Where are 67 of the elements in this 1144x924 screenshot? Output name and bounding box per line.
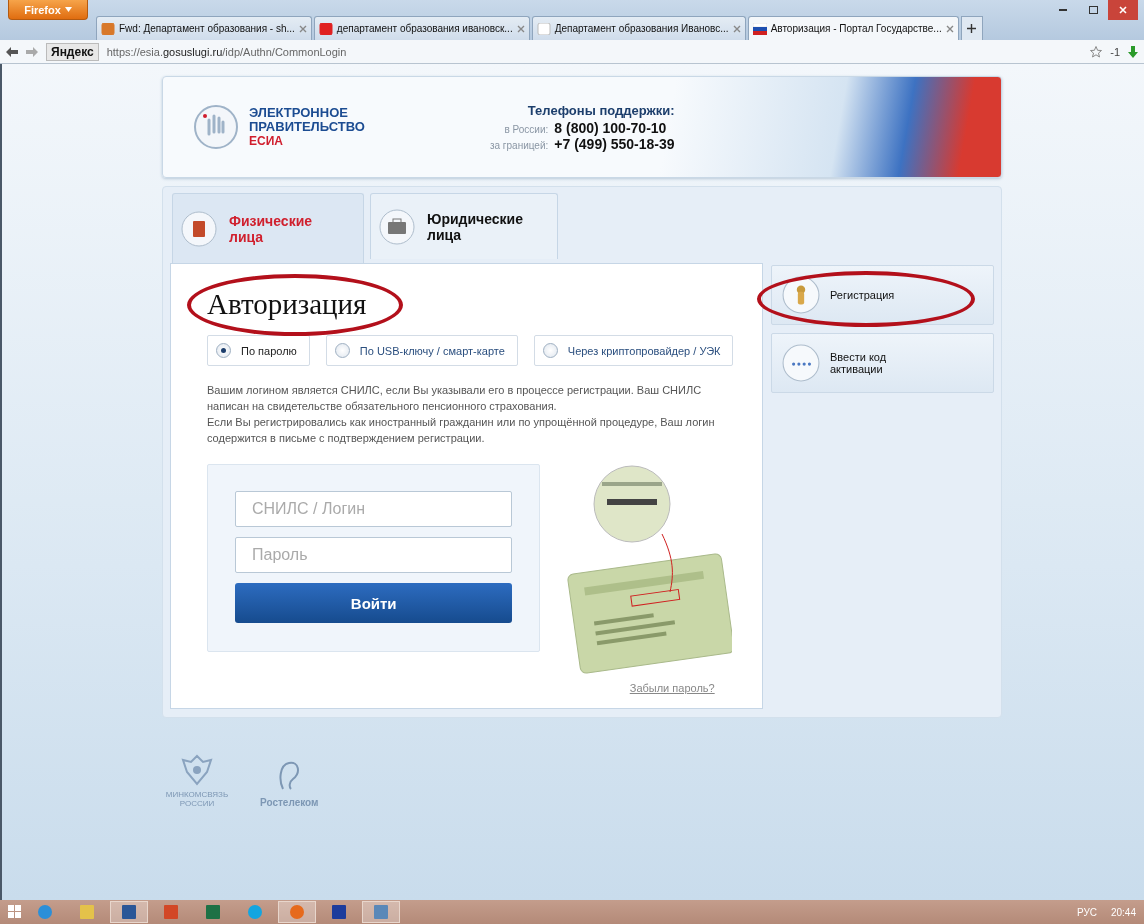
keys-icon — [782, 276, 820, 314]
forgot-password-link[interactable]: Забыли пароль? — [629, 682, 715, 694]
password-field[interactable]: Пароль — [235, 537, 513, 573]
logo-text: ЭЛЕКТРОННОЕ — [249, 106, 349, 120]
login-field[interactable]: СНИЛС / Логин — [235, 491, 513, 527]
phone-label: за границей: — [489, 139, 549, 151]
address-field[interactable]: https://esia.gosuslugi.ru/idp/Authn/CommonLogin — [106, 45, 1083, 58]
app-icon — [121, 904, 137, 920]
close-icon[interactable] — [298, 24, 307, 33]
logo-text: ПРАВИТЕЛЬСТВО — [249, 120, 365, 134]
hint-text: Если Вы регистрировались как иностранный гражданин или по упрощённой процедуре, Ваш логин содержится в письме с подтверждением регистрации. — [207, 415, 716, 446]
partner-name: МИНКОМСВЯЗЬ РОССИИ — [164, 790, 230, 808]
support-title: Телефоны поддержки: — [526, 102, 675, 118]
phone-number: +7 (499) 550-18-39 — [554, 135, 675, 152]
app-icon — [247, 904, 263, 920]
app-icon — [289, 904, 305, 920]
login-method-option[interactable]: Через криптопровайдер / УЭК — [533, 335, 734, 366]
asterisks-icon — [782, 344, 820, 382]
hint-text: Вашим логином является СНИЛС, если Вы указывали его в процессе регистрации. Ваш СНИЛС написан на свидетельстве обязательного пенсионного страхования. — [207, 383, 703, 414]
browser-tab[interactable]: Авторизация - Портал Государстве... — [747, 16, 959, 40]
forward-icon[interactable] — [26, 46, 38, 57]
logo-subtitle: ЕСИА — [249, 134, 284, 148]
taskbar-app-button[interactable] — [362, 901, 400, 923]
browser-tab[interactable]: Департамент образования Ивановс... — [531, 16, 746, 40]
app-icon — [79, 904, 95, 920]
windows-start-icon[interactable] — [8, 905, 22, 919]
app-icon — [205, 904, 221, 920]
login-title: Авторизация — [207, 288, 367, 321]
search-engine-label[interactable]: Яндекс — [46, 42, 99, 61]
phone-label: в России: — [503, 123, 549, 135]
login-button[interactable]: Войти — [235, 583, 513, 623]
taskbar-app-button[interactable] — [278, 901, 316, 923]
user-type-tab[interactable]: Юридические лица — [370, 193, 558, 259]
caret-icon — [64, 7, 72, 12]
maximize-icon — [1088, 6, 1098, 14]
app-icon — [37, 904, 53, 920]
app-icon — [331, 904, 347, 920]
taskbar-app-button[interactable] — [110, 901, 148, 923]
back-icon[interactable] — [6, 46, 18, 57]
user-type-tab[interactable]: Физические лица — [172, 193, 364, 263]
star-icon[interactable] — [1090, 45, 1103, 58]
partner-name: Ростелеком — [260, 797, 319, 808]
close-icon[interactable] — [732, 24, 741, 33]
login-method-option[interactable]: По паролю — [207, 335, 310, 366]
close-icon — [1119, 6, 1127, 14]
hand-logo-icon — [193, 104, 239, 150]
site-icon — [101, 22, 115, 35]
plus-icon — [967, 24, 977, 33]
new-tab-button[interactable] — [960, 16, 983, 40]
app-icon — [163, 904, 179, 920]
browser-tab[interactable]: департамент образования ивановск... — [313, 16, 530, 40]
close-icon[interactable] — [945, 24, 954, 33]
phone-number: 8 (800) 100-70-10 — [554, 119, 668, 136]
login-method-option[interactable]: По USB-ключу / смарт-карте — [325, 335, 518, 366]
download-icon[interactable] — [1128, 45, 1138, 58]
close-icon[interactable] — [516, 24, 525, 33]
document-icon — [181, 210, 217, 247]
browser-tab[interactable]: Fwd: Департамент образования - sh... — [96, 16, 312, 40]
registration-button[interactable]: Регистрация — [771, 265, 994, 325]
site-icon — [318, 22, 333, 35]
briefcase-icon — [379, 208, 415, 245]
app-icon — [373, 904, 389, 920]
sync-count[interactable]: -1 — [1110, 45, 1120, 58]
activation-code-button[interactable]: Ввести код активации — [771, 333, 994, 393]
minimize-icon — [1059, 9, 1067, 11]
flag-icon — [752, 22, 767, 35]
site-icon — [536, 22, 551, 35]
